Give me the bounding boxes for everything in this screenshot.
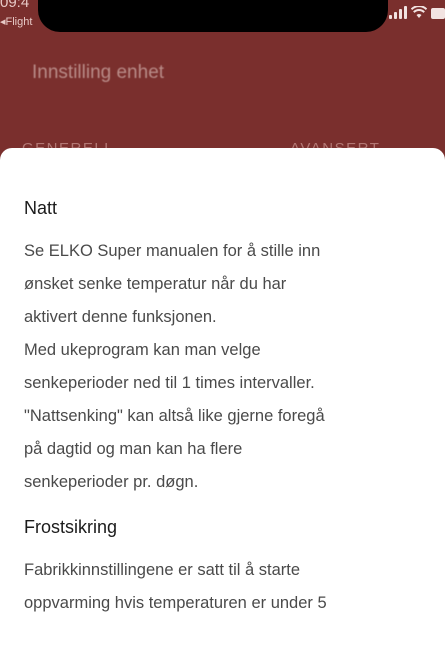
status-bar: 09:4 ◂Flight (0, 0, 445, 44)
status-carrier: ◂Flight (0, 16, 33, 28)
battery-icon (431, 8, 445, 19)
section-heading-natt: Natt (24, 198, 58, 218)
wifi-icon (411, 6, 427, 18)
sheet-content: Natt Se ELKO Super manualen for å stille… (24, 148, 415, 620)
header-title: Innstilling enhet (32, 62, 165, 83)
section-heading-frostsikring: Frostsikring (24, 517, 118, 537)
info-sheet: Natt Se ELKO Super manualen for å stille… (0, 148, 445, 668)
section-body-frostsikring: Fabrikkinnstillingene er satt til å star… (24, 561, 327, 612)
status-icons (389, 6, 445, 19)
section-frostsikring: Frostsikring Fabrikkinnstillingene er sa… (24, 517, 415, 620)
signal-icon (389, 6, 407, 19)
status-time: 09:4 (0, 0, 30, 11)
device-notch (38, 0, 388, 32)
section-body-natt: Se ELKO Super manualen for å stille inn … (24, 242, 325, 491)
